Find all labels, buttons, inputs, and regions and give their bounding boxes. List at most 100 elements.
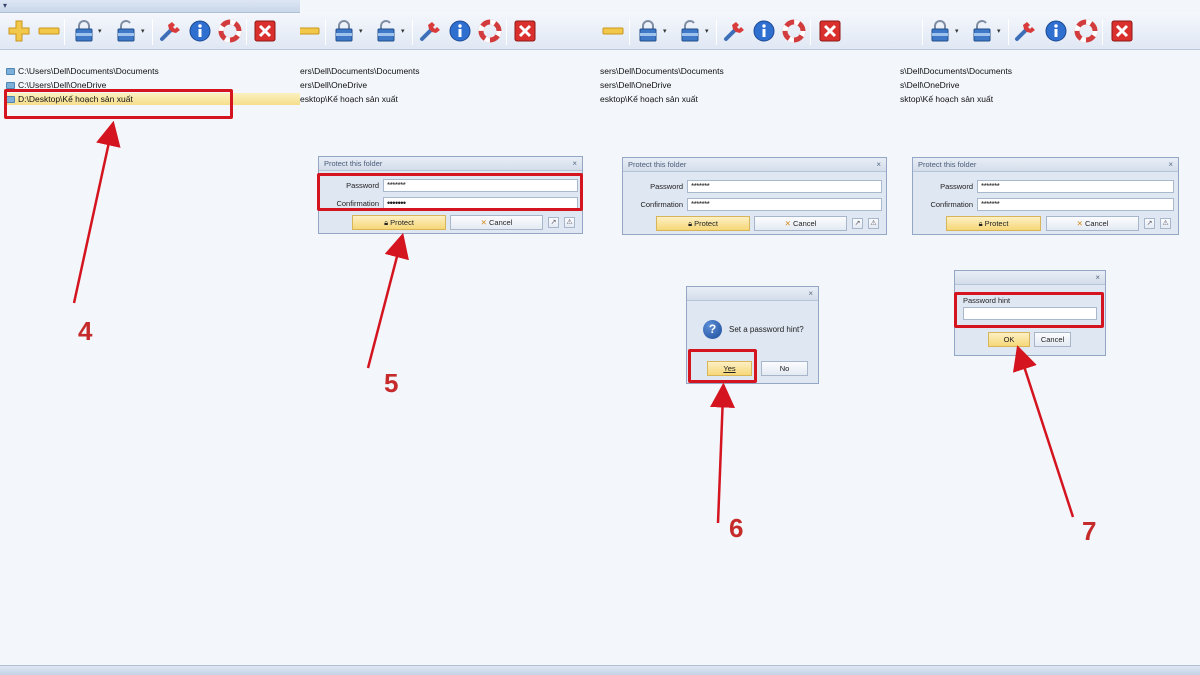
unlock-button[interactable] xyxy=(114,19,138,43)
lock-dropdown-arrow[interactable]: ▾ xyxy=(98,27,105,36)
lock-small-icon[interactable]: ⚠ xyxy=(868,218,879,229)
highlight-yes-button xyxy=(688,349,757,383)
exit-button[interactable] xyxy=(1110,19,1134,43)
close-icon xyxy=(514,20,536,42)
help-button[interactable] xyxy=(218,19,242,43)
settings-button[interactable] xyxy=(158,19,182,43)
lock-small-icon[interactable]: ⚠ xyxy=(1160,218,1171,229)
unlock-dropdown-arrow[interactable]: ▾ xyxy=(141,27,148,36)
folder-icon xyxy=(6,68,15,75)
toolbar: ▾ ▾ xyxy=(900,13,1200,50)
no-button[interactable]: No xyxy=(761,361,808,376)
lock-dropdown-arrow[interactable]: ▾ xyxy=(359,27,366,36)
info-button[interactable] xyxy=(448,19,472,43)
info-icon xyxy=(189,20,211,42)
cancel-icon: ✕ xyxy=(784,219,793,228)
status-bar xyxy=(300,665,600,675)
unlock-dropdown-arrow[interactable]: ▾ xyxy=(401,27,408,36)
folder-item-onedrive[interactable]: s\Dell\OneDrive xyxy=(900,79,960,91)
lock-button[interactable] xyxy=(332,19,356,43)
folder-item-ke-hoach-san-xuat[interactable]: esktop\Kế hoạch sản xuất xyxy=(300,93,398,105)
expand-icon[interactable]: ↗ xyxy=(548,217,559,228)
info-button[interactable] xyxy=(1044,19,1068,43)
lifebuoy-icon xyxy=(1074,19,1098,43)
remove-folder-button[interactable] xyxy=(300,19,321,43)
password-field[interactable]: ******* xyxy=(977,180,1174,193)
unlock-button[interactable] xyxy=(374,19,398,43)
confirmation-field[interactable]: ******* xyxy=(977,198,1174,211)
confirmation-field[interactable]: ******* xyxy=(687,198,882,211)
cancel-button[interactable]: ✕ Cancel xyxy=(450,215,543,230)
minus-icon xyxy=(38,27,60,35)
folder-item-documents[interactable]: C:\Users\Dell\Documents\Documents xyxy=(6,65,300,77)
settings-button[interactable] xyxy=(1013,19,1037,43)
close-icon[interactable]: × xyxy=(876,158,881,172)
close-icon[interactable]: × xyxy=(572,157,577,171)
folder-item-ke-hoach-san-xuat[interactable]: sktop\Kế hoạch sản xuất xyxy=(900,93,993,105)
help-button[interactable] xyxy=(782,19,806,43)
folder-item-ke-hoach-san-xuat[interactable]: esktop\Kế hoạch sản xuất xyxy=(600,93,698,105)
dialog-title: Protect this folder × xyxy=(913,158,1178,172)
info-icon xyxy=(753,20,775,42)
window-titlebar: ▾ xyxy=(0,0,300,13)
protect-button[interactable]: 🔒︎ Protect xyxy=(946,216,1041,231)
unlock-dropdown-arrow[interactable]: ▾ xyxy=(705,27,712,36)
folder-item-onedrive[interactable]: sers\Dell\OneDrive xyxy=(600,79,671,91)
highlight-password-fields xyxy=(317,173,583,211)
step-number-5: 5 xyxy=(384,368,399,398)
ok-button[interactable]: OK xyxy=(988,332,1030,347)
hint-question-message: Set a password hint? xyxy=(729,325,804,334)
expand-icon[interactable]: ↗ xyxy=(1144,218,1155,229)
lock-button[interactable] xyxy=(636,19,660,43)
lifebuoy-icon xyxy=(218,19,242,43)
help-button[interactable] xyxy=(478,19,502,43)
lock-button[interactable] xyxy=(72,19,96,43)
unlock-icon xyxy=(681,20,699,42)
info-button[interactable] xyxy=(188,19,212,43)
lock-dropdown-arrow[interactable]: ▾ xyxy=(955,27,962,36)
lock-dropdown-arrow[interactable]: ▾ xyxy=(663,27,670,36)
settings-button[interactable] xyxy=(418,19,442,43)
remove-folder-button[interactable] xyxy=(601,19,625,43)
lifebuoy-icon xyxy=(478,19,502,43)
menu-chevron-icon[interactable]: ▾ xyxy=(3,1,7,10)
folder-item-documents[interactable]: s\Dell\Documents\Documents xyxy=(900,65,1012,77)
toolbar: ▾ ▾ xyxy=(300,13,600,50)
settings-button[interactable] xyxy=(722,19,746,43)
cancel-icon: ✕ xyxy=(1076,219,1085,228)
wrench-icon xyxy=(724,22,744,41)
dialog-title: × xyxy=(955,271,1105,285)
confirmation-label: Confirmation xyxy=(930,200,973,209)
unlock-icon xyxy=(377,20,395,42)
exit-button[interactable] xyxy=(818,19,842,43)
folder-item-onedrive[interactable]: ers\Dell\OneDrive xyxy=(300,79,367,91)
protect-button[interactable]: 🔒︎ Protect xyxy=(352,215,446,230)
password-field[interactable]: ******* xyxy=(687,180,882,193)
lock-button[interactable] xyxy=(928,19,952,43)
cancel-button[interactable]: Cancel xyxy=(1034,332,1071,347)
expand-icon[interactable]: ↗ xyxy=(852,218,863,229)
plus-icon xyxy=(8,20,30,42)
lock-small-icon[interactable]: ⚠ xyxy=(564,217,575,228)
close-icon[interactable]: × xyxy=(808,287,813,301)
wrench-icon xyxy=(420,22,440,41)
info-button[interactable] xyxy=(752,19,776,43)
close-icon[interactable]: × xyxy=(1095,271,1100,285)
unlock-button[interactable] xyxy=(970,19,994,43)
cancel-button[interactable]: ✕ Cancel xyxy=(754,216,847,231)
folder-item-documents[interactable]: sers\Dell\Documents\Documents xyxy=(600,65,724,77)
remove-folder-button[interactable] xyxy=(37,19,61,43)
info-icon xyxy=(449,20,471,42)
close-icon[interactable]: × xyxy=(1168,158,1173,172)
unlock-dropdown-arrow[interactable]: ▾ xyxy=(997,27,1004,36)
exit-button[interactable] xyxy=(253,19,277,43)
help-button[interactable] xyxy=(1074,19,1098,43)
folder-item-documents[interactable]: ers\Dell\Documents\Documents xyxy=(300,65,420,77)
status-bar xyxy=(600,665,900,675)
unlock-button[interactable] xyxy=(678,19,702,43)
add-folder-button[interactable] xyxy=(7,19,31,43)
cancel-button[interactable]: ✕ Cancel xyxy=(1046,216,1139,231)
protect-button[interactable]: 🔒︎ Protect xyxy=(656,216,750,231)
folder-list: C:\Users\Dell\Documents\Documents C:\Use… xyxy=(0,51,300,665)
exit-button[interactable] xyxy=(513,19,537,43)
